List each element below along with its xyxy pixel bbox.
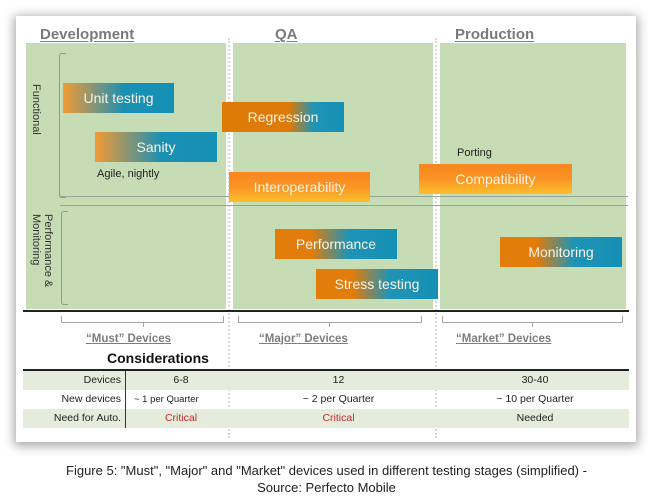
- activity-performance: Performance: [275, 229, 397, 259]
- table-row: Devices 6-8 12 30-40: [23, 371, 629, 390]
- bracket-tick: [532, 323, 533, 327]
- note-porting: Porting: [457, 147, 492, 159]
- must-devices-label: “Must” Devices: [86, 333, 172, 345]
- axis-label-performance-monitoring: Performance & Monitoring: [30, 214, 54, 288]
- functional-bracket: [59, 53, 66, 198]
- activity-stress-testing: Stress testing: [316, 269, 438, 299]
- note-agile-nightly: Agile, nightly: [97, 168, 160, 180]
- major-devices-label: “Major” Devices: [259, 333, 348, 345]
- caption-line-1: Figure 5: "Must", "Major" and "Market" d…: [66, 463, 587, 478]
- section-divider: [60, 205, 628, 206]
- bracket-tick: [143, 323, 144, 327]
- activity-compatibility: Compatibility: [419, 164, 572, 194]
- cell-market: 30-40: [521, 374, 549, 386]
- cell-must: Critical: [164, 412, 198, 424]
- cell-market: ~ 10 per Quarter: [496, 393, 574, 405]
- cell-market: Needed: [516, 412, 554, 424]
- row-label: Devices: [23, 371, 126, 390]
- stage-title-qa: QA: [275, 26, 298, 43]
- activity-monitoring: Monitoring: [500, 237, 622, 267]
- activity-sanity: Sanity: [95, 132, 217, 162]
- activity-interoperability: Interoperability: [229, 172, 370, 202]
- cell-major: Critical: [322, 412, 355, 424]
- market-devices-bracket: [442, 316, 623, 323]
- considerations-title: Considerations: [107, 350, 209, 366]
- major-devices-bracket: [238, 316, 422, 323]
- bracket-tick: [329, 323, 330, 327]
- row-label: New devices: [23, 390, 126, 409]
- stage-title-production: Production: [455, 26, 535, 43]
- axis-label-functional: Functional: [30, 84, 42, 135]
- performance-bracket: [61, 211, 68, 305]
- activity-regression: Regression: [222, 102, 344, 132]
- cell-must: ~ 1 per Quarter: [134, 394, 199, 405]
- cell-major: 12: [332, 374, 345, 386]
- must-devices-bracket: [61, 316, 224, 323]
- activity-unit-testing: Unit testing: [63, 83, 174, 113]
- table-row: New devices ~ 1 per Quarter ~ 2 per Quar…: [23, 390, 629, 409]
- table-row: Need for Auto. Critical Critical Needed: [23, 409, 629, 428]
- cell-major: ~ 2 per Quarter: [302, 393, 375, 405]
- caption-line-2: Source: Perfecto Mobile: [257, 480, 396, 495]
- panels-bottom-rule: [23, 310, 629, 312]
- row-label: Need for Auto.: [23, 409, 126, 428]
- figure-caption: Figure 5: "Must", "Major" and "Market" d…: [0, 462, 653, 496]
- cell-must: 6-8: [173, 374, 189, 386]
- diagram-card: Development QA Production Functional Per…: [16, 16, 636, 442]
- stage-title-development: Development: [40, 26, 135, 43]
- market-devices-label: “Market” Devices: [456, 333, 552, 345]
